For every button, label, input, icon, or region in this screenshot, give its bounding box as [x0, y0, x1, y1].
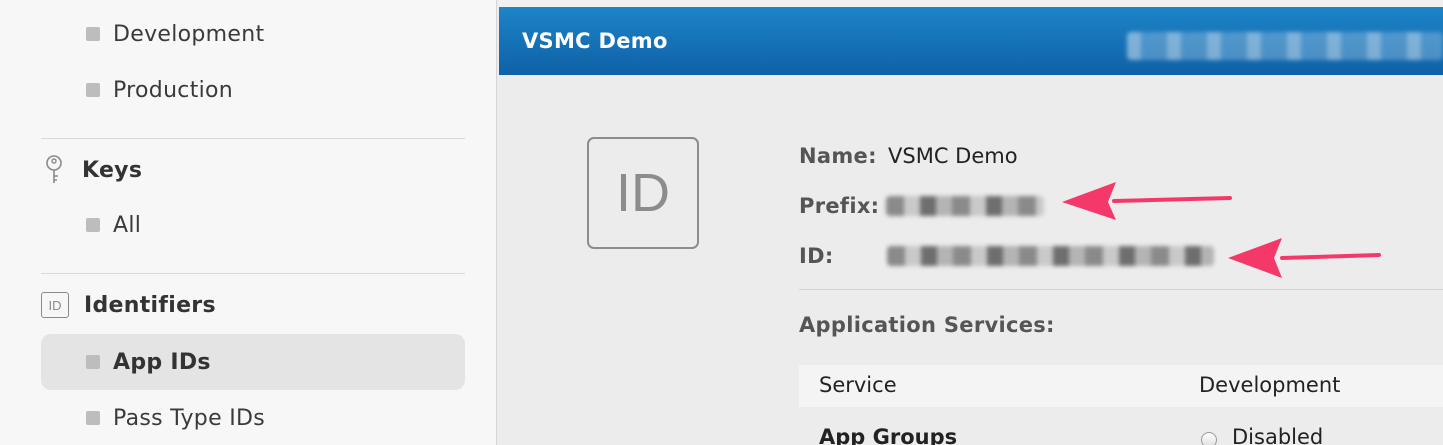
header-title: VSMC Demo: [522, 29, 668, 53]
bullet-icon: [86, 83, 100, 97]
prefix-label: Prefix:: [799, 194, 880, 218]
services-table-header: Service Development: [799, 365, 1443, 407]
sidebar: Development Production Keys All ID Ident…: [0, 0, 497, 445]
services-title: Application Services:: [799, 313, 1055, 337]
sidebar-item-development[interactable]: Development: [41, 6, 465, 62]
sidebar-item-production[interactable]: Production: [41, 62, 465, 118]
redacted-header-info: [1127, 32, 1443, 60]
redacted-id-value: [887, 246, 1214, 266]
name-value: VSMC Demo: [888, 144, 1018, 168]
name-label: Name:: [799, 144, 877, 168]
sidebar-section-keys[interactable]: Keys: [41, 150, 142, 190]
column-header-development: Development: [1199, 373, 1341, 397]
sidebar-item-label: App IDs: [113, 349, 211, 375]
sidebar-item-app-ids[interactable]: App IDs: [41, 334, 465, 390]
redacted-prefix-value: [886, 196, 1044, 216]
sidebar-item-label: Development: [113, 21, 265, 47]
bullet-icon: [86, 411, 100, 425]
sidebar-divider: [41, 273, 465, 274]
key-icon: [46, 155, 62, 183]
arrow-annotation-id: [1228, 238, 1381, 278]
app-id-badge-icon: ID: [587, 137, 699, 249]
bullet-icon: [86, 218, 100, 232]
main-panel: VSMC Demo ID Name: VSMC Demo Prefix: ID:…: [499, 0, 1443, 445]
service-name-app-groups: App Groups: [819, 425, 958, 445]
section-divider: [799, 289, 1443, 290]
top-strip: [499, 0, 1443, 7]
arrow-annotation-prefix: [1062, 182, 1232, 220]
id-icon: ID: [41, 292, 69, 318]
sidebar-section-identifiers[interactable]: ID Identifiers: [41, 285, 216, 325]
sidebar-item-pass-type-ids[interactable]: Pass Type IDs: [41, 390, 465, 445]
bullet-icon: [86, 27, 100, 41]
column-header-service: Service: [819, 373, 897, 397]
sidebar-item-label: All: [113, 212, 142, 238]
sidebar-item-keys-all[interactable]: All: [41, 197, 465, 253]
id-label: ID:: [799, 244, 834, 268]
sidebar-divider: [41, 138, 465, 139]
detail-header: VSMC Demo: [499, 7, 1443, 75]
bullet-icon: [86, 355, 100, 369]
section-title: Identifiers: [84, 292, 216, 318]
section-title: Keys: [82, 157, 143, 183]
service-status: Disabled: [1232, 425, 1324, 445]
sidebar-item-label: Production: [113, 77, 234, 103]
status-radio-icon: [1201, 432, 1217, 445]
sidebar-item-label: Pass Type IDs: [113, 405, 265, 431]
